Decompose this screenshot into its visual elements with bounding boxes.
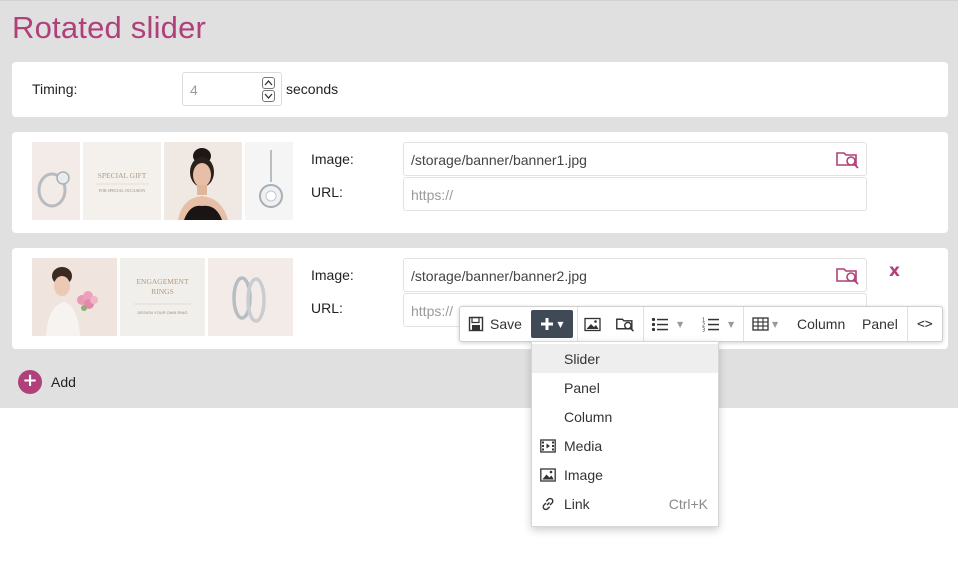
menu-item-slider[interactable]: Slider [532, 344, 718, 373]
url-label: URL: [311, 300, 343, 316]
menu-item-column[interactable]: Column [532, 402, 718, 431]
numbered-list-icon: 1 2 3 [702, 317, 719, 332]
shortcut-hint: Ctrl+K [668, 496, 708, 512]
browse-files-button[interactable] [616, 307, 635, 341]
banner-thumbnail [245, 142, 293, 220]
menu-item-image[interactable]: Image [532, 460, 718, 489]
timing-card: Timing: 4 seconds [12, 62, 948, 117]
image-icon [540, 468, 556, 482]
svg-text:SPECIAL GIFT: SPECIAL GIFT [98, 171, 147, 180]
url-label: URL: [311, 184, 343, 200]
chevron-down-icon: ▼ [557, 319, 564, 329]
column-button[interactable]: Column [797, 307, 845, 341]
code-icon: <> [917, 316, 933, 332]
wedding-bands-image [208, 258, 293, 336]
special-gift-image: SPECIAL GIFT FOR SPECIAL OCCASION [83, 142, 161, 220]
timing-value: 4 [190, 82, 198, 98]
save-label: Save [490, 316, 522, 332]
chevron-down-icon[interactable]: ▼ [728, 320, 734, 329]
banner-thumbnail: SPECIAL GIFT FOR SPECIAL OCCASION [83, 142, 161, 220]
banner-card: SPECIAL GIFT FOR SPECIAL OCCASION Image:… [12, 132, 948, 233]
image-path-input[interactable]: /storage/banner/banner1.jpg [403, 142, 867, 176]
column-label: Column [797, 316, 846, 332]
timing-unit: seconds [286, 81, 339, 97]
url-placeholder: https:// [411, 303, 454, 319]
url-input[interactable]: https:// [403, 177, 867, 211]
browse-folder-icon[interactable] [836, 149, 860, 169]
image-icon [584, 317, 601, 331]
woman-portrait-image [164, 142, 242, 220]
spinner-up-icon[interactable] [262, 77, 275, 89]
remove-banner-button[interactable]: x [889, 261, 900, 281]
save-button[interactable]: Save [468, 307, 522, 341]
image-path-value: /storage/banner/banner1.jpg [411, 152, 587, 168]
svg-text:FOR SPECIAL OCCASION: FOR SPECIAL OCCASION [99, 188, 145, 193]
spinner-down-icon[interactable] [262, 90, 275, 102]
image-label: Image: [311, 267, 354, 283]
browse-folder-icon [616, 318, 634, 332]
image-label: Image: [311, 151, 354, 167]
plus-icon: + [18, 370, 42, 394]
banner-thumbnail [208, 258, 293, 336]
timing-input[interactable]: 4 [182, 72, 282, 106]
ring-image [37, 171, 70, 208]
svg-text:DESIGN YOUR OWN RING: DESIGN YOUR OWN RING [138, 310, 188, 315]
banner-thumbnail [32, 258, 117, 336]
page-title: Rotated slider [12, 10, 207, 45]
chevron-down-icon[interactable]: ▼ [677, 320, 683, 329]
menu-item-link[interactable]: Link Ctrl+K [532, 489, 718, 518]
insert-button[interactable]: ▼ [531, 310, 573, 338]
banner-thumbnail [32, 142, 80, 220]
plus-icon [541, 318, 554, 330]
panel-label: Panel [862, 316, 898, 332]
bride-image [32, 258, 117, 336]
menu-item-media[interactable]: Media [532, 431, 718, 460]
earring-image [259, 150, 283, 208]
banner-thumbnail: ENGAGEMENT RINGS DESIGN YOUR OWN RING [120, 258, 205, 336]
bullet-list-icon [651, 317, 668, 331]
table-icon [752, 317, 769, 331]
url-placeholder: https:// [411, 187, 454, 203]
banner-thumbnail [164, 142, 242, 220]
insert-dropdown-menu: Slider Panel Column Media Image Link Ctr… [531, 341, 719, 527]
add-label: Add [51, 374, 76, 390]
save-icon [468, 316, 484, 332]
image-path-input[interactable]: /storage/banner/banner2.jpg [403, 258, 867, 292]
editor-toolbar: Save ▼ ▼ 1 2 3 ▼ ▼ Column Panel <> [459, 306, 943, 342]
svg-text:3: 3 [702, 327, 705, 332]
image-path-value: /storage/banner/banner2.jpg [411, 268, 587, 284]
editor-area: Rotated slider Timing: 4 seconds SPECIAL… [0, 0, 958, 408]
film-icon [540, 439, 556, 453]
chevron-down-icon[interactable]: ▼ [772, 320, 778, 329]
svg-text:RINGS: RINGS [151, 287, 174, 296]
insert-image-button[interactable] [584, 307, 601, 341]
link-icon [542, 497, 554, 511]
menu-item-panel[interactable]: Panel [532, 373, 718, 402]
source-code-button[interactable]: <> [917, 307, 933, 341]
engagement-rings-image: ENGAGEMENT RINGS DESIGN YOUR OWN RING [120, 258, 205, 336]
timing-label: Timing: [32, 81, 78, 97]
bullet-list-button[interactable]: ▼ [651, 307, 683, 341]
numbered-list-button[interactable]: 1 2 3 ▼ [702, 307, 734, 341]
svg-text:ENGAGEMENT: ENGAGEMENT [136, 277, 188, 286]
browse-folder-icon[interactable] [836, 265, 860, 285]
table-button[interactable]: ▼ [752, 307, 778, 341]
panel-button[interactable]: Panel [862, 307, 898, 341]
